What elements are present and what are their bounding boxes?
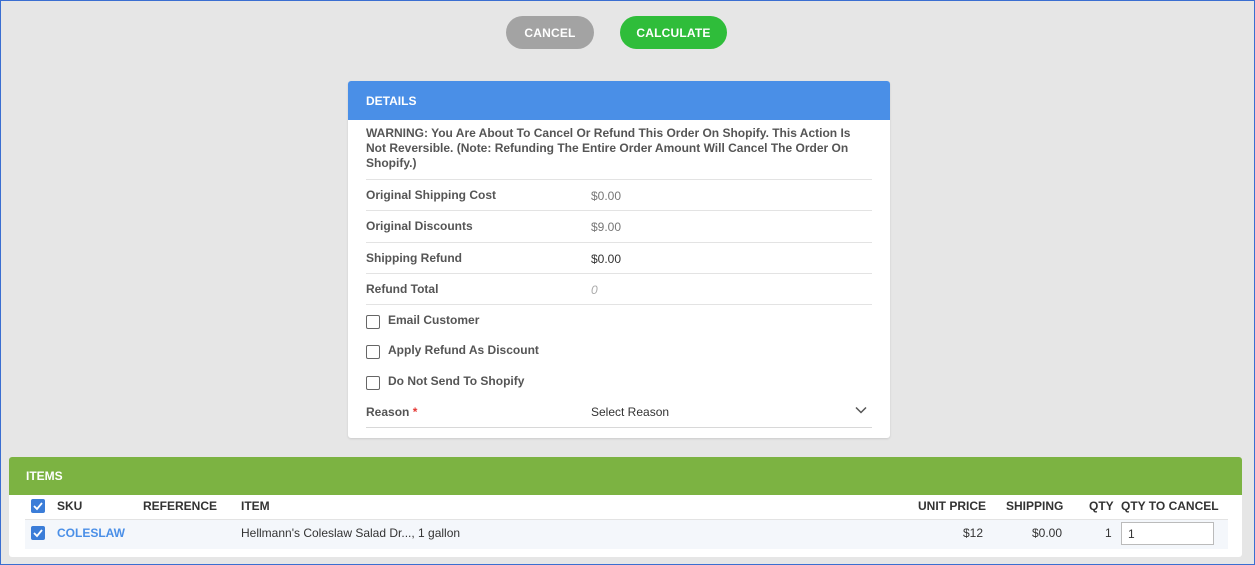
row-item: Hellmann's Coleslaw Salad Dr..., 1 gallo… (241, 526, 461, 540)
col-unit-price[interactable]: UNIT PRICE (918, 499, 986, 513)
original-discounts-row: Original Discounts $9.00 (366, 210, 872, 241)
chevron-down-icon[interactable] (854, 403, 868, 417)
shipping-refund-row: Shipping Refund $0.00 (366, 242, 872, 273)
email-customer-row: Email Customer (366, 304, 872, 335)
col-item[interactable]: ITEM (241, 499, 270, 513)
refund-total-row: Refund Total 0 (366, 273, 872, 304)
check-icon (33, 529, 43, 538)
email-customer-label: Email Customer (388, 313, 480, 327)
original-shipping-cost-row: Original Shipping Cost $0.00 (366, 179, 872, 210)
original-discounts-label: Original Discounts (366, 219, 473, 233)
row-qty: 1 (1105, 526, 1112, 540)
col-sku[interactable]: SKU (57, 499, 82, 513)
apply-refund-checkbox[interactable] (366, 345, 380, 359)
apply-refund-label: Apply Refund As Discount (388, 343, 539, 357)
details-title: DETAILS (348, 81, 890, 120)
warning-text: WARNING: You Are About To Cancel Or Refu… (366, 126, 851, 170)
email-customer-checkbox[interactable] (366, 315, 380, 329)
reason-label: Reason * (366, 405, 417, 419)
details-panel: DETAILS WARNING: You Are About To Cancel… (348, 81, 890, 438)
row-unit-price: $12 (963, 526, 984, 540)
reason-select[interactable]: Reason * Select Reason (366, 397, 872, 428)
do-not-send-checkbox[interactable] (366, 376, 380, 390)
reason-value: Select Reason (591, 405, 670, 419)
original-shipping-cost-value: $0.00 (591, 189, 622, 203)
refund-total-value: 0 (591, 283, 598, 297)
col-qty[interactable]: QTY (1089, 499, 1114, 513)
required-marker: * (412, 405, 418, 419)
cancel-button[interactable]: CANCEL (506, 16, 594, 49)
row-checkbox[interactable] (31, 526, 45, 540)
do-not-send-label: Do Not Send To Shopify (388, 374, 525, 388)
original-discounts-value: $9.00 (591, 220, 622, 234)
shipping-refund-input[interactable]: $0.00 (591, 252, 621, 266)
row-shipping: $0.00 (1032, 526, 1063, 540)
original-shipping-cost-label: Original Shipping Cost (366, 188, 496, 202)
items-panel: ITEMS SKU REFERENCE ITEM UNIT PRICE SHIP… (9, 457, 1242, 557)
sku-link[interactable]: COLESLAW (57, 526, 125, 540)
do-not-send-row: Do Not Send To Shopify (366, 366, 872, 397)
col-reference[interactable]: REFERENCE (143, 499, 217, 513)
reason-label-text: Reason (366, 405, 410, 419)
select-all-checkbox[interactable] (31, 499, 45, 513)
check-icon (33, 502, 43, 511)
qty-to-cancel-input[interactable] (1121, 522, 1214, 545)
items-title: ITEMS (9, 457, 1242, 495)
col-shipping[interactable]: SHIPPING (1006, 499, 1063, 513)
apply-refund-row: Apply Refund As Discount (366, 335, 872, 366)
col-qty-to-cancel[interactable]: QTY TO CANCEL (1121, 499, 1219, 513)
refund-total-label: Refund Total (366, 282, 439, 296)
shipping-refund-label: Shipping Refund (366, 251, 462, 265)
calculate-button[interactable]: CALCULATE (620, 16, 727, 49)
